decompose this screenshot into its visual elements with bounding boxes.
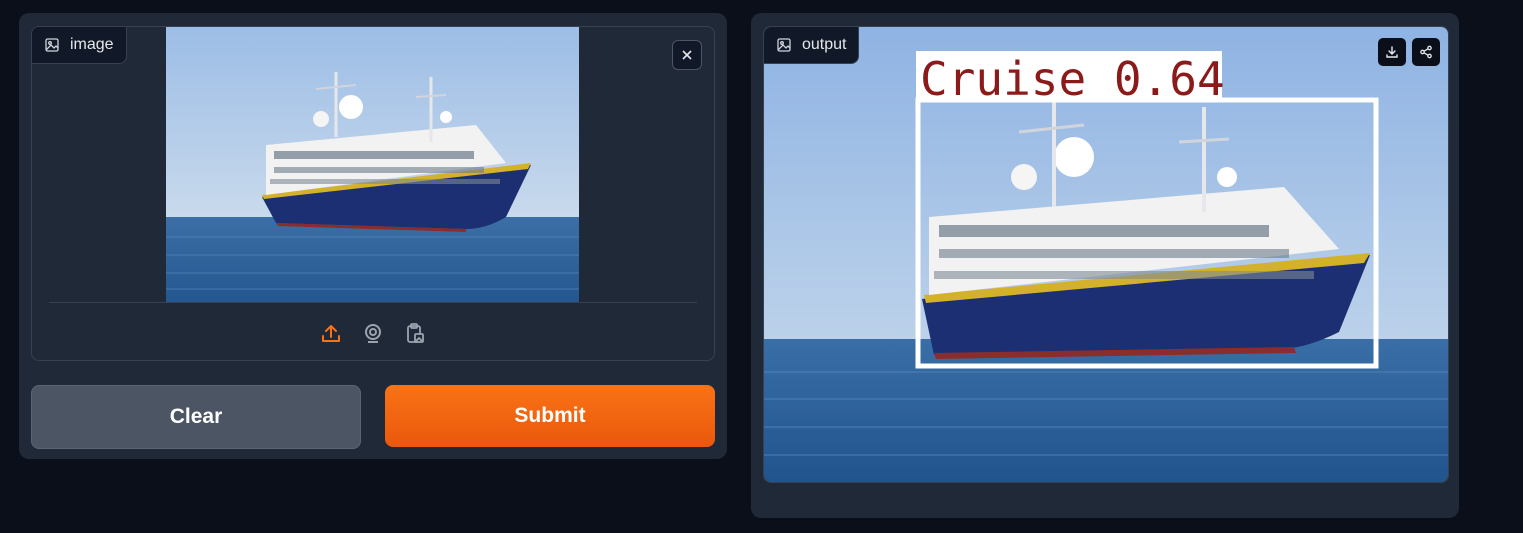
image-label: image — [70, 36, 114, 53]
divider — [49, 302, 697, 303]
image-upload-block[interactable]: image — [31, 26, 715, 361]
image-label-chip: image — [32, 27, 127, 64]
close-icon — [680, 48, 694, 62]
upload-icon[interactable] — [319, 321, 343, 345]
clear-image-button[interactable] — [672, 40, 702, 70]
detection-label: Cruise 0.64 — [920, 52, 1225, 106]
output-ship-image: Cruise 0.64 — [764, 27, 1448, 482]
image-icon — [44, 37, 60, 53]
download-button[interactable] — [1378, 38, 1406, 66]
clear-button[interactable]: Clear — [31, 385, 361, 449]
share-button[interactable] — [1412, 38, 1440, 66]
image-icon — [776, 37, 792, 53]
clipboard-icon[interactable] — [403, 321, 427, 345]
output-label-chip: output — [764, 27, 860, 64]
share-icon — [1419, 45, 1433, 59]
output-label: output — [802, 36, 847, 53]
input-ship-image — [166, 27, 579, 302]
download-icon — [1385, 45, 1399, 59]
output-panel: Cruise 0.64 output — [751, 13, 1459, 518]
source-selector — [32, 315, 714, 351]
submit-button[interactable]: Submit — [385, 385, 715, 447]
output-image-block: Cruise 0.64 output — [763, 26, 1449, 483]
webcam-icon[interactable] — [361, 321, 385, 345]
input-panel: image Clear Submit — [19, 13, 727, 459]
output-toolbar — [1378, 38, 1440, 66]
